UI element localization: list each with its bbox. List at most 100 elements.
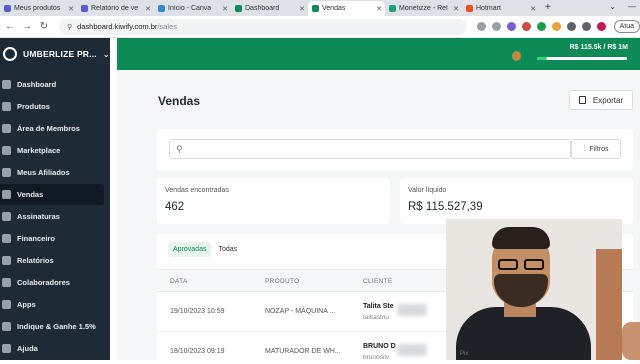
chart-icon xyxy=(2,256,11,265)
url-path: /sales xyxy=(157,22,177,31)
stat-value: 462 xyxy=(165,201,185,213)
sidebar-item-colaboradores[interactable]: Colaboradores xyxy=(0,272,104,293)
close-tab-icon[interactable]: ✕ xyxy=(376,5,382,13)
browser-tab[interactable]: Meus produtos ✕ xyxy=(0,1,77,16)
search-icon: ⚲ xyxy=(176,144,183,154)
sidebar-item-relatorios[interactable]: Relatórios xyxy=(0,250,104,271)
tab-favicon-icon xyxy=(312,5,319,12)
extension-icon[interactable] xyxy=(536,22,546,31)
profile-button[interactable]: Atua xyxy=(613,20,640,33)
extension-icons xyxy=(476,22,606,31)
sidebar-item-indique[interactable]: Indique & Ganhe 1.5% xyxy=(0,316,104,337)
sliders-icon: ⫶ xyxy=(583,144,586,153)
extension-icon[interactable] xyxy=(506,22,516,31)
bank-icon xyxy=(2,234,11,243)
close-tab-icon[interactable]: ✕ xyxy=(530,5,536,13)
sidepanel-icon[interactable] xyxy=(581,22,591,31)
stat-card-sales-found: Vendas encontradas 462 xyxy=(157,178,390,224)
webcam-door xyxy=(596,249,622,360)
sidebar-item-assinaturas[interactable]: Assinaturas xyxy=(0,206,104,227)
redacted-blur xyxy=(397,304,427,316)
filter-card: ⚲ ⫶ Filtros xyxy=(157,129,633,170)
sidebar: UMBERLIZE PR... ⌄ Dashboard Produtos Áre… xyxy=(0,38,110,360)
tab-favicon-icon xyxy=(158,5,165,12)
sidebar-item-produtos[interactable]: Produtos xyxy=(0,96,104,117)
search-input[interactable]: ⚲ xyxy=(169,139,571,159)
row-product: NOZAP - MÁQUINA ... xyxy=(265,308,336,315)
sidebar-item-ajuda[interactable]: Ajuda xyxy=(0,338,104,359)
export-icon xyxy=(578,96,586,104)
webcam-person-glasses xyxy=(496,259,546,270)
row-client-name: BRUNO D xyxy=(363,343,396,350)
sidebar-item-apps[interactable]: Apps xyxy=(0,294,104,315)
reload-icon[interactable]: ↻ xyxy=(37,21,51,32)
stat-label: Vendas encontradas xyxy=(165,187,229,194)
stat-value: R$ 115.527,39 xyxy=(408,201,483,213)
refresh-icon xyxy=(2,212,11,221)
team-icon xyxy=(2,278,11,287)
close-tab-icon[interactable]: ✕ xyxy=(145,5,151,13)
chevron-down-icon: ⌄ xyxy=(102,49,110,59)
tab-favicon-icon xyxy=(4,5,11,12)
close-tab-icon[interactable]: ✕ xyxy=(222,5,228,13)
tab-todas[interactable]: Todas xyxy=(213,242,242,257)
graduation-cap-icon xyxy=(2,124,11,133)
stat-label: Valor líquido xyxy=(408,187,447,194)
browser-tab[interactable]: Início - Canva ✕ xyxy=(154,1,231,16)
corner-webcam-fragment xyxy=(622,322,640,360)
apps-icon xyxy=(2,300,11,309)
sidebar-item-area-membros[interactable]: Área de Membros xyxy=(0,118,104,139)
column-header-date: DATA xyxy=(170,278,188,285)
tab-favicon-icon xyxy=(235,5,242,12)
webcam-person-hair xyxy=(492,227,550,249)
tab-aprovadas[interactable]: Aprovadas xyxy=(168,242,212,257)
cart-icon xyxy=(2,190,11,199)
users-icon xyxy=(2,168,11,177)
sidebar-item-financeiro[interactable]: Financeiro xyxy=(0,228,104,249)
webcam-caption: Pix xyxy=(460,351,469,357)
gift-icon xyxy=(2,322,11,331)
share-icon[interactable] xyxy=(476,22,486,31)
browser-tab-active[interactable]: Vendas ✕ xyxy=(308,1,385,16)
filters-button[interactable]: ⫶ Filtros xyxy=(571,139,621,159)
export-button[interactable]: Exportar xyxy=(569,90,633,110)
browser-tab[interactable]: Relatório de ve ✕ xyxy=(77,1,154,16)
url-host: dashboard.kiwify.com.br xyxy=(77,22,158,31)
stat-card-net-value: Valor líquido R$ 115.527,39 xyxy=(400,178,633,224)
browser-tab[interactable]: Hotmart ✕ xyxy=(462,1,539,16)
chevron-down-icon[interactable]: ⌄ xyxy=(609,2,616,11)
home-icon xyxy=(2,80,11,89)
avatar[interactable] xyxy=(596,22,606,31)
close-tab-icon[interactable]: ✕ xyxy=(68,5,74,13)
site-info-icon[interactable]: ⚲ xyxy=(67,23,72,31)
url-field[interactable]: ⚲ dashboard.kiwify.com.br/sales xyxy=(58,18,467,35)
minimize-icon[interactable]: — xyxy=(628,2,636,11)
sidebar-item-marketplace[interactable]: Marketplace xyxy=(0,140,104,161)
store-icon xyxy=(2,146,11,155)
browser-tab[interactable]: Monetizze - Rel ✕ xyxy=(385,1,462,16)
brand-name: UMBERLIZE PR... xyxy=(23,49,97,59)
revenue-progress-fill xyxy=(537,57,548,60)
row-client-email: talitastnu xyxy=(363,314,390,321)
column-header-client: CLIENTE xyxy=(363,278,393,285)
row-date: 18/10/2023 09:19 xyxy=(170,348,225,355)
sidebar-item-vendas[interactable]: Vendas xyxy=(0,184,104,205)
extension-icon[interactable] xyxy=(521,22,531,31)
browser-tab-strip: Meus produtos ✕ Relatório de ve ✕ Início -… xyxy=(0,0,640,16)
puzzle-icon[interactable] xyxy=(566,22,576,31)
back-icon[interactable]: ← xyxy=(3,21,17,32)
browser-tab[interactable]: Dashboard ✕ xyxy=(231,1,308,16)
sidebar-item-dashboard[interactable]: Dashboard xyxy=(0,74,104,95)
address-bar-row: ← → ↻ ⚲ dashboard.kiwify.com.br/sales At… xyxy=(0,16,640,38)
forward-icon[interactable]: → xyxy=(20,21,34,32)
close-tab-icon[interactable]: ✕ xyxy=(299,5,305,13)
sidebar-item-afiliados[interactable]: Meus Afiliados xyxy=(0,162,104,183)
sidebar-menu: Dashboard Produtos Área de Membros Marke… xyxy=(0,74,110,359)
close-tab-icon[interactable]: ✕ xyxy=(453,5,459,13)
brand-switcher[interactable]: UMBERLIZE PR... ⌄ xyxy=(0,38,110,70)
extension-icon[interactable] xyxy=(551,22,561,31)
row-date: 19/10/2023 10:59 xyxy=(170,308,225,315)
bookmark-star-icon[interactable] xyxy=(491,22,501,31)
new-tab-button[interactable]: + xyxy=(539,1,557,16)
column-header-product: PRODUTO xyxy=(265,278,300,285)
